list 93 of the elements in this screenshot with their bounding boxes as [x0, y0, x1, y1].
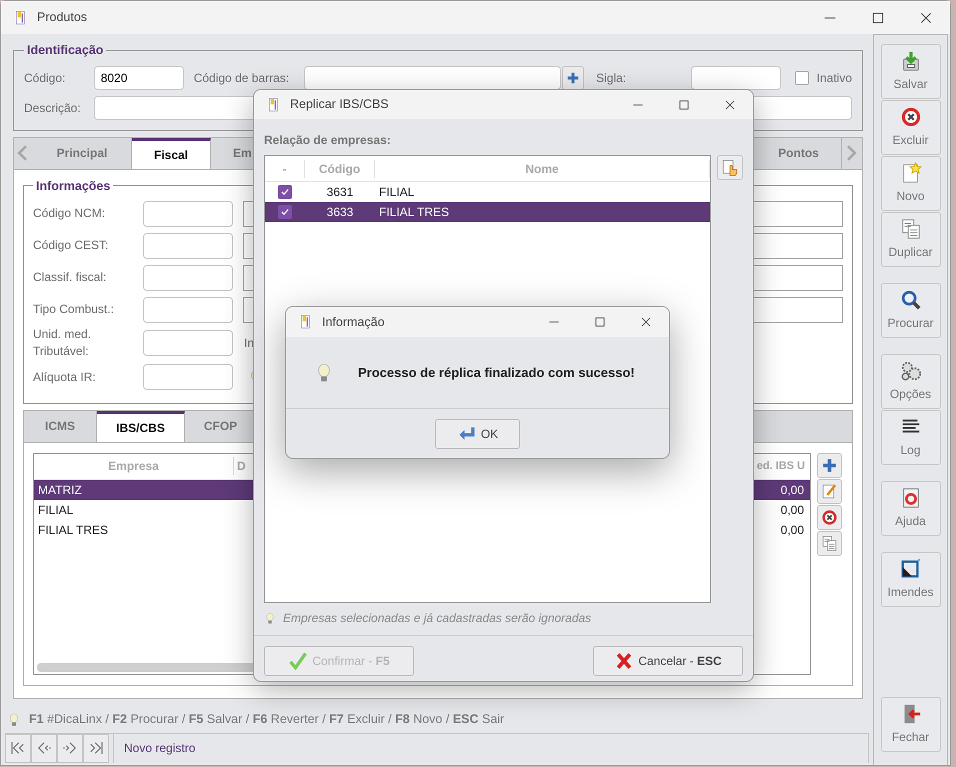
action-button[interactable] [817, 504, 842, 530]
lightbulb-icon [7, 712, 21, 728]
action-button[interactable] [817, 478, 842, 504]
close-icon[interactable] [723, 98, 737, 112]
section-legend: Informações [33, 180, 114, 192]
field-label: Código: [24, 70, 66, 86]
plus-icon [821, 456, 838, 474]
column-header: Empresa [34, 457, 234, 476]
section-legend: Identificação [24, 44, 106, 56]
input-field[interactable] [143, 296, 233, 322]
toolbar-button[interactable]: Novo [880, 156, 940, 211]
check-icon [288, 651, 308, 671]
tab[interactable]: IBS/CBS [97, 410, 185, 442]
input-field[interactable] [690, 66, 781, 90]
toolbar-button[interactable]: Fechar [880, 697, 940, 752]
action-button[interactable] [817, 530, 842, 556]
shortcut-hint: F1 #DicaLinx / F2 Procurar / F5 Salvar / F6 Reverter / F7 Excluir / F8 Novo / ESC Sair [29, 711, 504, 728]
toolbar-button[interactable]: Procurar [880, 283, 940, 338]
table-cell-text: 3633 [326, 204, 354, 221]
field-label: Sigla: [596, 70, 628, 86]
delete-icon [821, 508, 838, 526]
window-title: Informação [322, 314, 385, 331]
delete-icon [900, 106, 922, 128]
toolbar-button[interactable]: Opções [880, 354, 940, 409]
field-label: Tipo Combust.: [33, 300, 115, 318]
search-icon [900, 289, 922, 311]
column-header: - [265, 160, 305, 178]
input-field[interactable] [304, 66, 562, 90]
nav-button[interactable] [83, 734, 109, 762]
table-cell-text: 3631 [326, 184, 354, 201]
nav-button[interactable] [57, 734, 83, 762]
input-field[interactable] [143, 364, 233, 390]
field-label: Descrição: [24, 100, 82, 116]
field-label: Código NCM: [33, 204, 106, 222]
toolbar-button[interactable]: Log [880, 410, 940, 465]
lightbulb-icon [264, 610, 276, 626]
copy-icon [821, 534, 838, 552]
input-field[interactable] [143, 232, 233, 258]
table-cell-text: 0,00 [780, 482, 805, 499]
edit-icon [821, 482, 838, 500]
table-cell-text: FILIAL [37, 502, 74, 519]
tab[interactable]: Fiscal [132, 138, 211, 168]
field-label: Código CEST: [33, 236, 110, 254]
ok-button[interactable]: OK [435, 418, 520, 448]
toolbar-button[interactable]: Excluir [880, 100, 940, 155]
list-label: Relação de empresas: [264, 132, 392, 149]
window-title: Replicar IBS/CBS [290, 96, 389, 114]
checkbox[interactable] [278, 205, 292, 219]
hint-text: Empresas selecionadas e já cadastradas serão ignoradas [283, 610, 592, 627]
field-label: Código de barras: [194, 70, 290, 86]
table-cell-text: 0,00 [780, 522, 805, 539]
maximize-icon[interactable] [593, 315, 607, 329]
table-row[interactable]: 3631 FILIAL [265, 182, 710, 202]
input-field[interactable] [143, 264, 233, 290]
hand-pointer-icon [721, 158, 740, 176]
toolbar-button[interactable]: Salvar [880, 44, 940, 99]
table-cell-text: 0,00 [780, 502, 805, 519]
field-label: Unid. med. Tributável: [33, 326, 92, 360]
toolbar-button[interactable]: Ajuda [880, 481, 940, 536]
status-text: Novo registro [124, 740, 196, 757]
checkbox-label: Inativo [816, 70, 852, 86]
square-logo-icon [900, 558, 922, 580]
checkbox[interactable] [794, 70, 809, 84]
column-header: Nome [375, 160, 710, 178]
table-cell-text: MATRIZ [37, 482, 83, 499]
copy-icon [900, 218, 922, 240]
add-button[interactable] [562, 66, 584, 90]
table-cell-text: FILIAL [378, 184, 414, 201]
maximize-icon[interactable] [677, 98, 691, 112]
table-row[interactable]: 3633 FILIAL TRES [265, 202, 710, 222]
cancel-button[interactable]: Cancelar - ESC [593, 646, 743, 676]
column-header: ed. IBS U [756, 459, 806, 474]
table-cell-text: FILIAL TRES [37, 522, 110, 539]
checkbox[interactable] [278, 185, 292, 199]
settings-icon [900, 360, 922, 382]
table-cell-text: FILIAL TRES [378, 204, 450, 221]
toolbar-button[interactable]: Duplicar [880, 212, 940, 267]
input-field[interactable] [143, 200, 233, 226]
action-button[interactable] [817, 452, 842, 478]
field-label: Alíquota IR: [33, 368, 97, 386]
nav-button[interactable] [31, 734, 57, 762]
column-header: Código [305, 160, 375, 178]
pick-button[interactable] [717, 155, 743, 180]
close-icon[interactable] [639, 315, 653, 329]
message-text: Processo de réplica finalizado com sucesso! [358, 364, 635, 382]
plus-icon [566, 70, 580, 84]
input-field[interactable] [143, 330, 233, 356]
field-label: Classif. fiscal: [33, 268, 108, 286]
toolbar-button[interactable]: Imendes [880, 552, 940, 607]
input-field[interactable]: 8020 [94, 66, 184, 90]
column-header: D [236, 458, 247, 476]
nav-button[interactable] [5, 734, 31, 762]
window-title: Produtos [37, 9, 88, 26]
